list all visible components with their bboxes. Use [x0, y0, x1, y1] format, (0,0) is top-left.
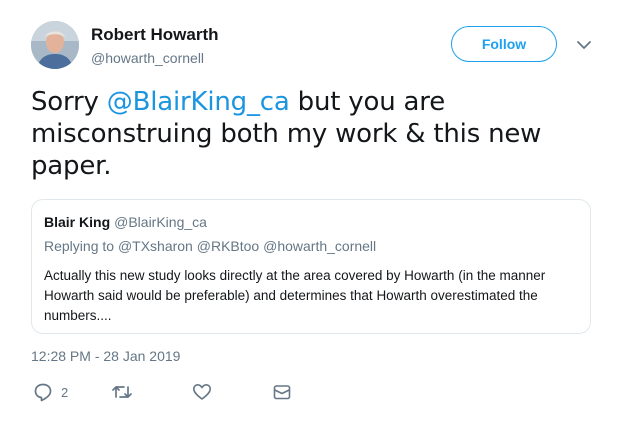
author-name[interactable]: Robert Howarth — [91, 25, 219, 45]
like-icon — [192, 382, 212, 402]
replying-to-mention: @howarth_cornell — [263, 238, 377, 254]
tweet-timestamp[interactable]: 12:28 PM - 28 Jan 2019 — [31, 348, 180, 364]
quoted-tweet[interactable]: Blair King @BlairKing_ca Replying to @TXs… — [31, 199, 591, 334]
avatar[interactable] — [31, 21, 79, 69]
reply-icon — [33, 382, 53, 402]
reply-count: 2 — [61, 384, 69, 400]
retweet-icon — [111, 382, 133, 402]
replying-to-line: Replying to @TXsharon @RKBtoo @howarth_c… — [44, 238, 376, 254]
quoted-tweet-header: Blair King @BlairKing_ca — [44, 214, 207, 230]
quoted-author-name: Blair King — [44, 214, 111, 230]
message-icon — [272, 382, 292, 402]
quoted-tweet-body: Actually this new study looks directly a… — [44, 268, 546, 323]
author-handle[interactable]: @howarth_cornell — [91, 49, 204, 67]
replying-to-mention: @TXsharon — [117, 238, 193, 254]
retweet-button[interactable] — [111, 382, 133, 402]
replying-to-mention: @RKBtoo — [196, 238, 260, 254]
follow-button[interactable]: Follow — [451, 26, 557, 62]
tweet-text-before: Sorry — [31, 87, 107, 117]
tweet-text: Sorry @BlairKing_ca but you are misconst… — [31, 86, 591, 182]
replying-to-label: Replying to — [44, 238, 115, 254]
quoted-author-handle: @BlairKing_ca — [114, 214, 207, 230]
tweet-mention-link[interactable]: @BlairKing_ca — [107, 87, 290, 117]
like-button[interactable] — [192, 382, 212, 402]
chevron-down-icon[interactable] — [574, 37, 594, 53]
reply-button[interactable]: 2 — [33, 382, 68, 402]
direct-message-button[interactable] — [272, 382, 292, 402]
